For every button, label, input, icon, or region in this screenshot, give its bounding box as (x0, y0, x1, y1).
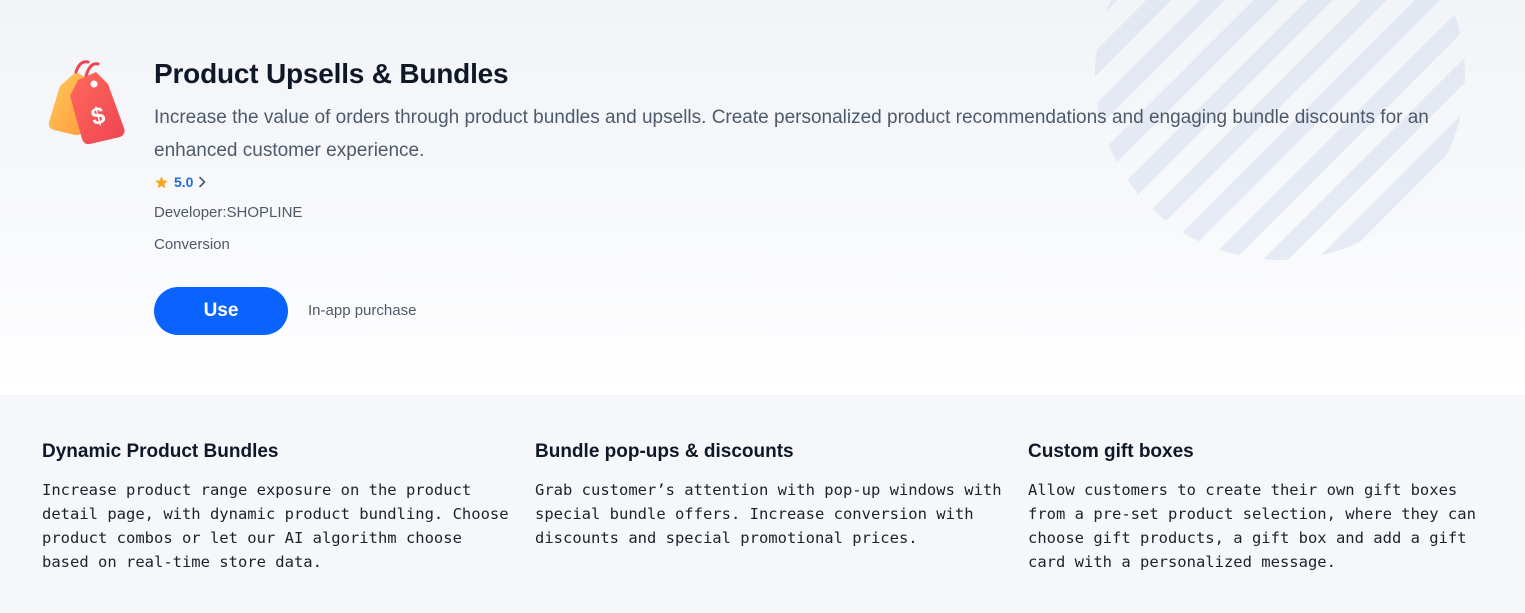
feature-text: Increase product range exposure on the p… (42, 481, 509, 571)
app-description: Increase the value of orders through pro… (154, 107, 1429, 161)
app-title: Product Upsells & Bundles (154, 58, 509, 89)
developer-info: Developer:SHOPLINE (154, 204, 302, 221)
rating-link[interactable]: 5.0 (154, 174, 206, 190)
chevron-right-icon (199, 176, 206, 188)
app-header: $ Product Upsells & Bundles Increase the… (0, 0, 1525, 395)
feature-text: Grab customer’s attention with pop-up wi… (535, 481, 1002, 547)
star-icon (155, 175, 168, 188)
use-button[interactable]: Use (154, 287, 288, 335)
pricing-label: In-app purchase (308, 302, 417, 319)
category-label: Conversion (154, 236, 230, 253)
price-tag-dollar-icon: $ (48, 60, 125, 145)
developer-name: SHOPLINE (226, 204, 303, 221)
rating-value: 5.0 (174, 174, 194, 190)
feature-card: Dynamic Product Bundles Increase product… (42, 441, 512, 574)
feature-card: Bundle pop-ups & discounts Grab customer… (535, 441, 1005, 550)
feature-card: Custom gift boxes Allow customers to cre… (1028, 441, 1498, 574)
developer-label: Developer: (154, 204, 227, 221)
feature-text: Allow customers to create their own gift… (1028, 481, 1476, 571)
feature-title: Custom gift boxes (1028, 441, 1194, 462)
features-section: Dynamic Product Bundles Increase product… (0, 395, 1525, 613)
feature-title: Dynamic Product Bundles (42, 441, 279, 462)
feature-title: Bundle pop-ups & discounts (535, 441, 794, 462)
